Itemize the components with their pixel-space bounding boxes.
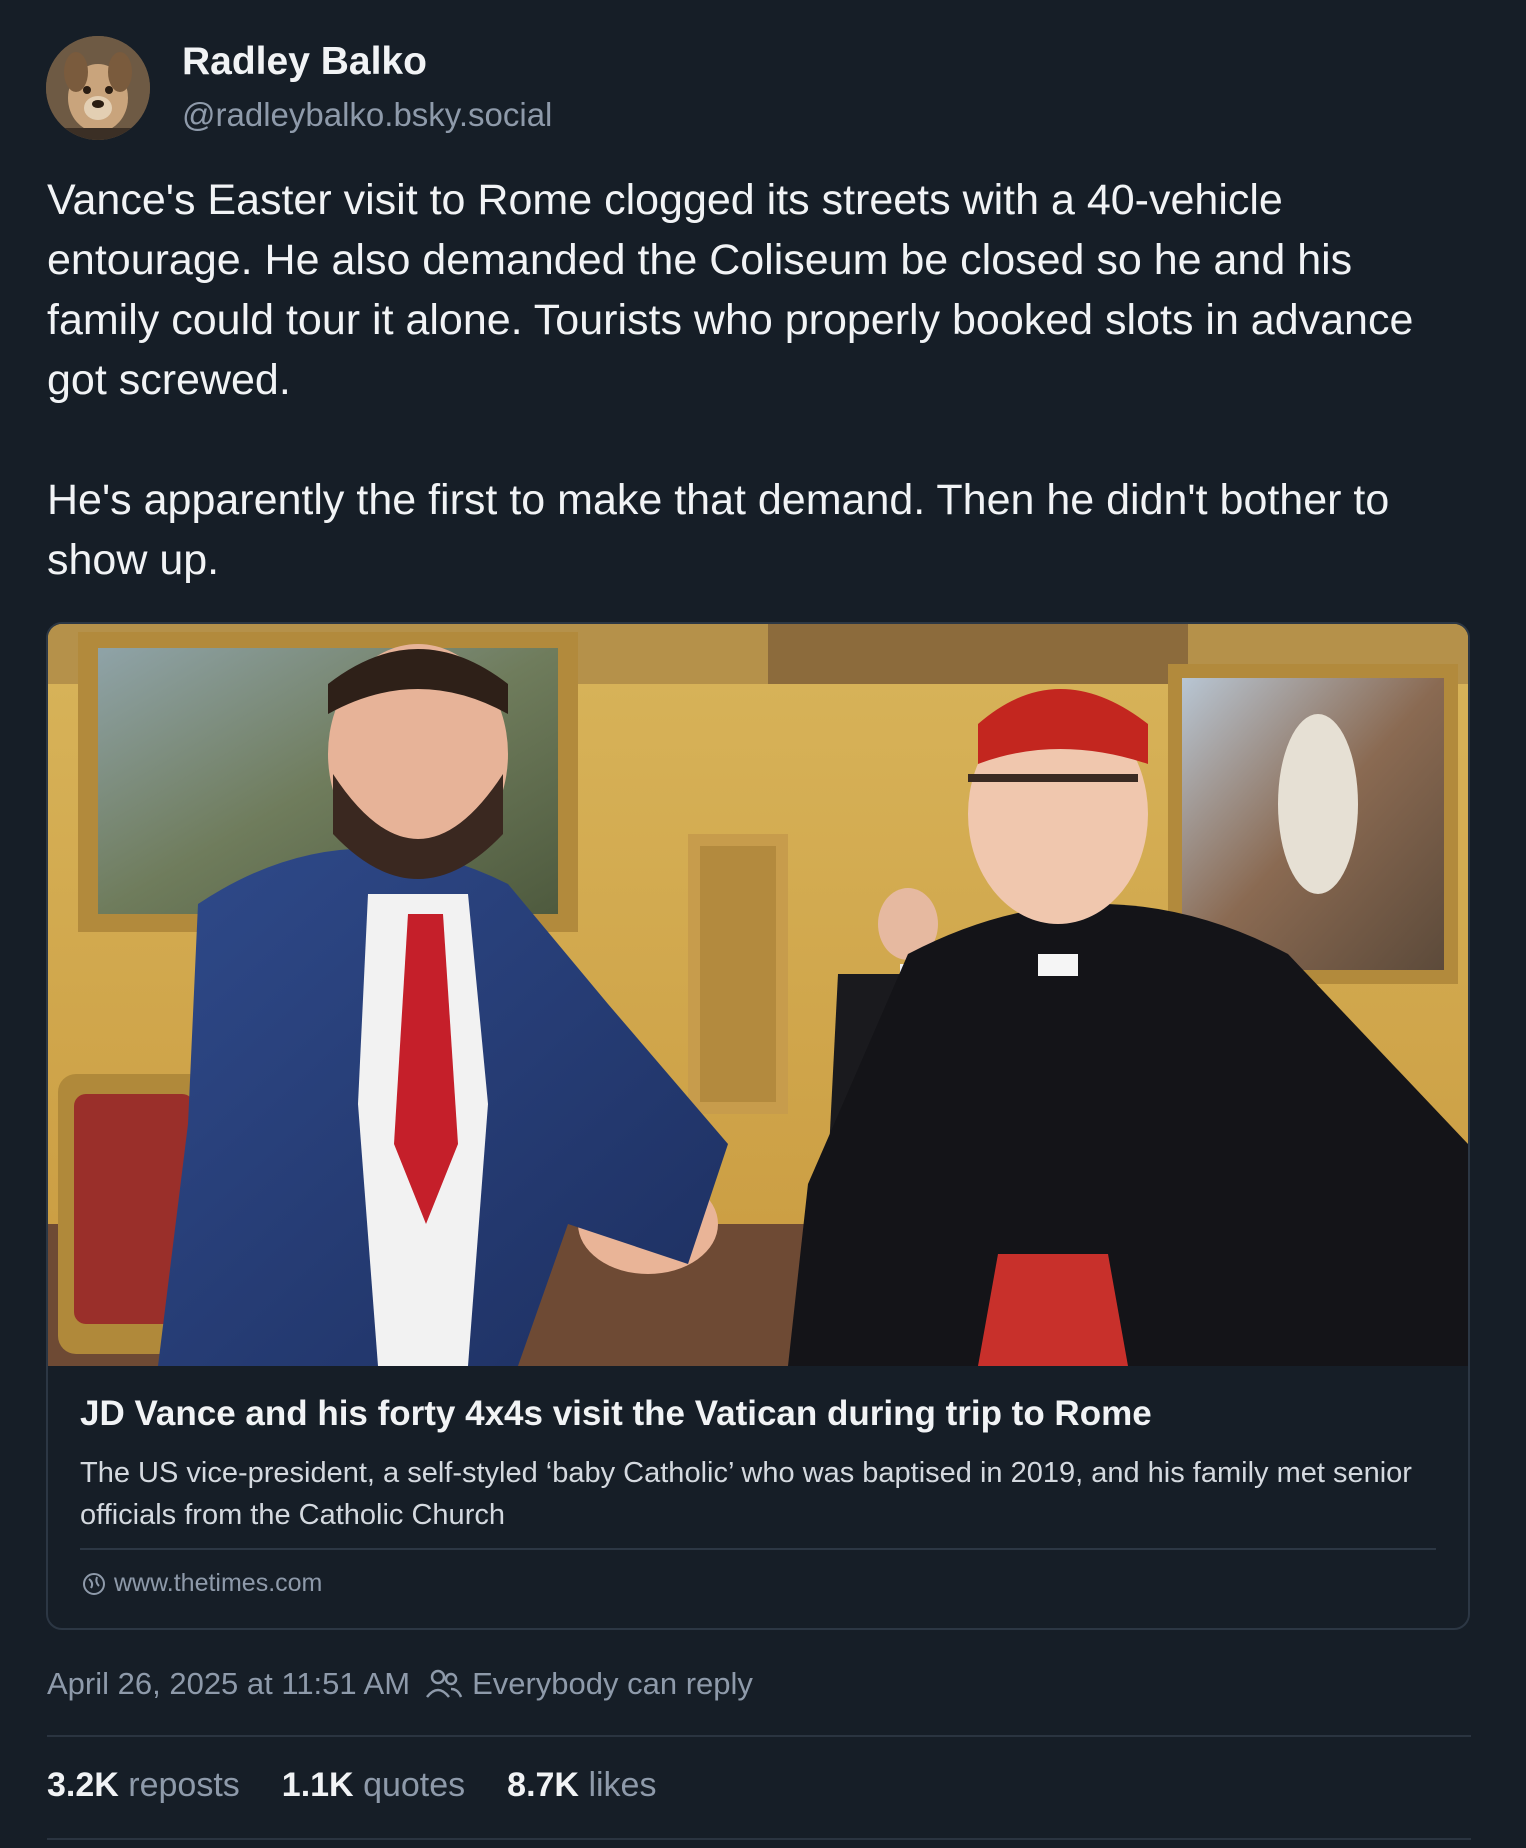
likes-stat[interactable]: 8.7K likes [507,1766,656,1805]
people-icon [424,1667,464,1701]
post-text: Vance's Easter visit to Rome clogged its… [47,170,1467,590]
author-name[interactable]: Radley Balko [182,40,427,84]
post-timestamp: April 26, 2025 at 11:51 AM [47,1666,411,1701]
reposts-stat[interactable]: 3.2K reposts [47,1766,240,1805]
likes-count: 8.7K [507,1766,579,1804]
author-handle[interactable]: @radleybalko.bsky.social [182,96,552,134]
post-stats: 3.2K reposts 1.1K quotes 8.7K likes [47,1766,656,1805]
bottom-divider [47,1838,1471,1840]
link-card-description: The US vice-president, a self-styled ‘ba… [80,1457,1412,1531]
vatican-meeting-photo [48,624,1468,1366]
reposts-count: 3.2K [47,1766,119,1804]
stats-divider [47,1735,1471,1737]
author-avatar[interactable] [46,36,150,140]
likes-label: likes [588,1766,657,1804]
reply-setting-label: Everybody can reply [472,1666,753,1701]
link-card-divider [80,1548,1436,1550]
dog-avatar-icon [46,36,150,140]
post-paragraph: Vance's Easter visit to Rome clogged its… [47,176,1414,404]
reply-setting[interactable]: Everybody can reply [424,1666,753,1702]
link-card-domain-text: www.thetimes.com [114,1569,323,1597]
post-meta: April 26, 2025 at 11:51 AM Everybody can… [47,1666,753,1702]
link-card-domain: www.thetimes.com [80,1569,322,1598]
link-card-title: JD Vance and his forty 4x4s visit the Va… [80,1394,1152,1433]
reposts-label: reposts [128,1766,240,1804]
post-paragraph: He's apparently the first to make that d… [47,476,1390,584]
post-container: Radley Balko @radleybalko.bsky.social Va… [0,0,1526,1848]
link-card[interactable]: JD Vance and his forty 4x4s visit the Va… [46,622,1470,1630]
quotes-count: 1.1K [281,1766,354,1804]
link-card-image [48,624,1468,1366]
quotes-label: quotes [363,1766,466,1804]
globe-icon [80,1570,108,1598]
quotes-stat[interactable]: 1.1K quotes [282,1766,465,1805]
